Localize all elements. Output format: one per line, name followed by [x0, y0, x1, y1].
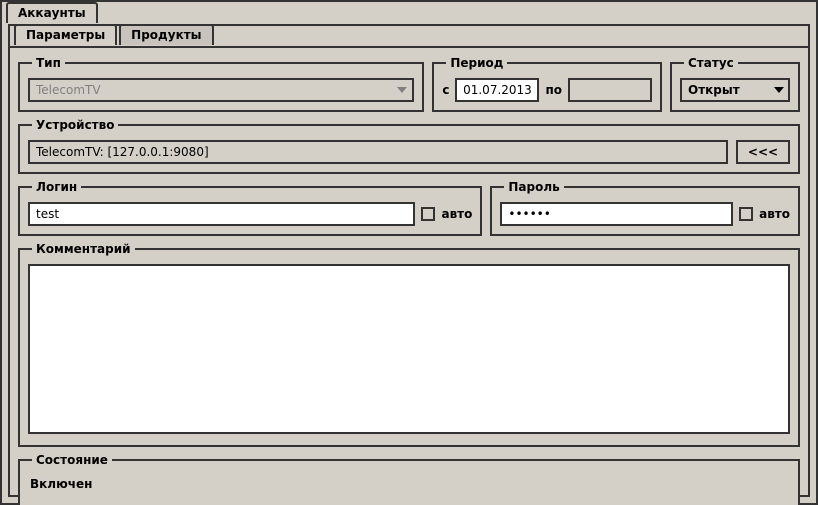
state-legend: Состояние: [32, 453, 112, 467]
login-legend: Логин: [32, 180, 81, 194]
login-input[interactable]: [28, 202, 415, 226]
password-auto-checkbox[interactable]: [739, 207, 753, 221]
state-value: Включен: [28, 475, 790, 497]
type-legend: Тип: [32, 56, 65, 70]
status-value: Открыт: [688, 83, 740, 97]
period-from-label: с: [442, 83, 449, 97]
state-group: Состояние Включен: [18, 453, 800, 505]
chevron-down-icon: [774, 87, 784, 93]
accounts-panel: Параметры Продукты Тип TelecomTV Период: [8, 24, 810, 497]
status-group: Статус Открыт: [670, 56, 800, 112]
password-input[interactable]: [500, 202, 733, 226]
period-group: Период с по: [432, 56, 662, 112]
password-legend: Пароль: [504, 180, 563, 194]
window-frame: Аккаунты Параметры Продукты Тип TelecomT…: [0, 0, 818, 505]
status-legend: Статус: [684, 56, 738, 70]
period-to-input[interactable]: [568, 78, 652, 102]
period-legend: Период: [446, 56, 507, 70]
tab-parameters[interactable]: Параметры: [14, 24, 117, 45]
device-legend: Устройство: [32, 118, 118, 132]
login-auto-label: авто: [441, 207, 472, 221]
login-group: Логин авто: [18, 180, 482, 236]
status-select[interactable]: Открыт: [680, 78, 790, 102]
password-auto-label: авто: [759, 207, 790, 221]
chevron-down-icon: [396, 84, 408, 96]
device-input[interactable]: [28, 140, 728, 164]
device-group: Устройство <<<: [18, 118, 800, 174]
period-to-label: по: [545, 83, 562, 97]
type-value: TelecomTV: [36, 83, 101, 97]
type-select[interactable]: TelecomTV: [28, 78, 414, 102]
tab-products[interactable]: Продукты: [119, 24, 213, 45]
type-group: Тип TelecomTV: [18, 56, 424, 112]
comment-textarea[interactable]: [28, 264, 790, 434]
login-auto-checkbox[interactable]: [421, 207, 435, 221]
parameters-content: Тип TelecomTV Период с по: [10, 46, 808, 495]
comment-group: Комментарий: [18, 242, 800, 447]
password-group: Пароль авто: [490, 180, 800, 236]
device-back-button[interactable]: <<<: [736, 140, 790, 164]
tab-accounts[interactable]: Аккаунты: [6, 2, 98, 23]
period-from-input[interactable]: [455, 78, 539, 102]
comment-legend: Комментарий: [32, 242, 135, 256]
